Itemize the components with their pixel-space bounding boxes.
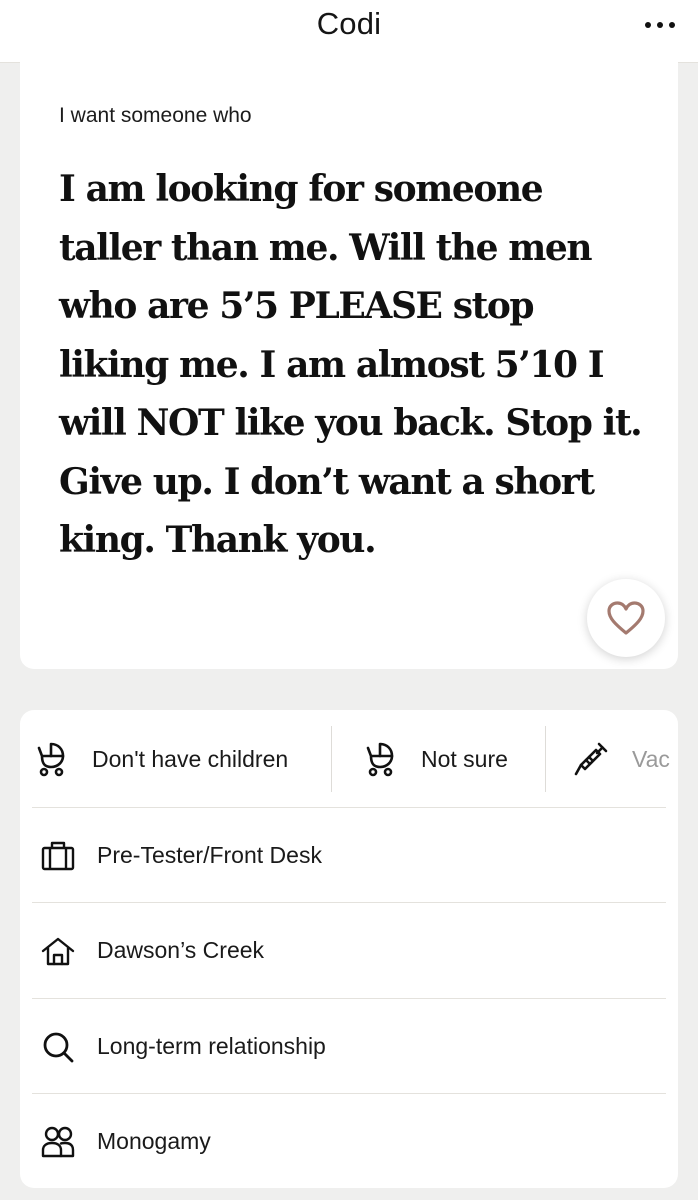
baby-stroller-icon (37, 742, 65, 777)
row-relationship-type: Monogamy (32, 1093, 666, 1188)
prompt-answer: I am looking for someone taller than me.… (59, 160, 659, 570)
syringe-icon (574, 742, 608, 776)
chip-divider (545, 726, 546, 792)
chip-vaccination: Vac (572, 726, 670, 792)
search-icon (43, 1032, 74, 1062)
more-horizontal-icon (645, 22, 651, 28)
prompt-card: I want someone who I am looking for some… (20, 62, 678, 669)
more-dot (657, 22, 663, 28)
prompt-answer-line: who are 5’5 PLEASE stop (59, 285, 535, 327)
dating-intention: Long-term relationship (97, 1033, 326, 1059)
heart-icon (607, 601, 645, 635)
row-hometown: Dawson’s Creek (32, 902, 666, 998)
profile-name: Codi (316, 6, 382, 41)
chip-family-plans: Not sure (361, 726, 508, 792)
job-title: Pre-Tester/Front Desk (97, 842, 322, 868)
prompt-question: I want someone who (59, 104, 252, 127)
people-icon (41, 1126, 75, 1157)
like-button[interactable] (587, 579, 665, 657)
chip-children: Don't have children (32, 726, 288, 792)
chip-label: Don't have children (92, 745, 289, 772)
top-bar: Codi (0, 0, 698, 63)
chip-label: Vac (632, 745, 670, 772)
baby-stroller-icon (366, 742, 394, 777)
prompt-answer-line: taller than me. Will the men (59, 226, 593, 269)
more-options-button[interactable] (640, 10, 680, 40)
more-dot (669, 22, 675, 28)
chip-divider (331, 726, 332, 792)
prompt-answer-line: I am looking for someone (59, 168, 544, 210)
relationship-type: Monogamy (97, 1128, 211, 1154)
briefcase-icon (41, 841, 75, 870)
home-icon (41, 937, 75, 965)
vitals-scroll-row[interactable]: Don't have children Not sure Vac (20, 710, 678, 808)
prompt-answer-line: liking me. I am almost 5’10 I (59, 343, 605, 386)
prompt-answer-line: Give up. I don’t want a short (59, 460, 595, 503)
prompt-answer-line: king. Thank you. (59, 519, 377, 561)
row-dating-intention: Long-term relationship (32, 998, 666, 1094)
chip-label: Not sure (421, 745, 508, 772)
profile-info-card: Don't have children Not sure Vac Pre-Tes… (20, 710, 678, 1188)
prompt-answer-line: will NOT like you back. Stop it. (59, 402, 643, 444)
row-job: Pre-Tester/Front Desk (32, 807, 666, 903)
hometown: Dawson’s Creek (97, 937, 265, 963)
